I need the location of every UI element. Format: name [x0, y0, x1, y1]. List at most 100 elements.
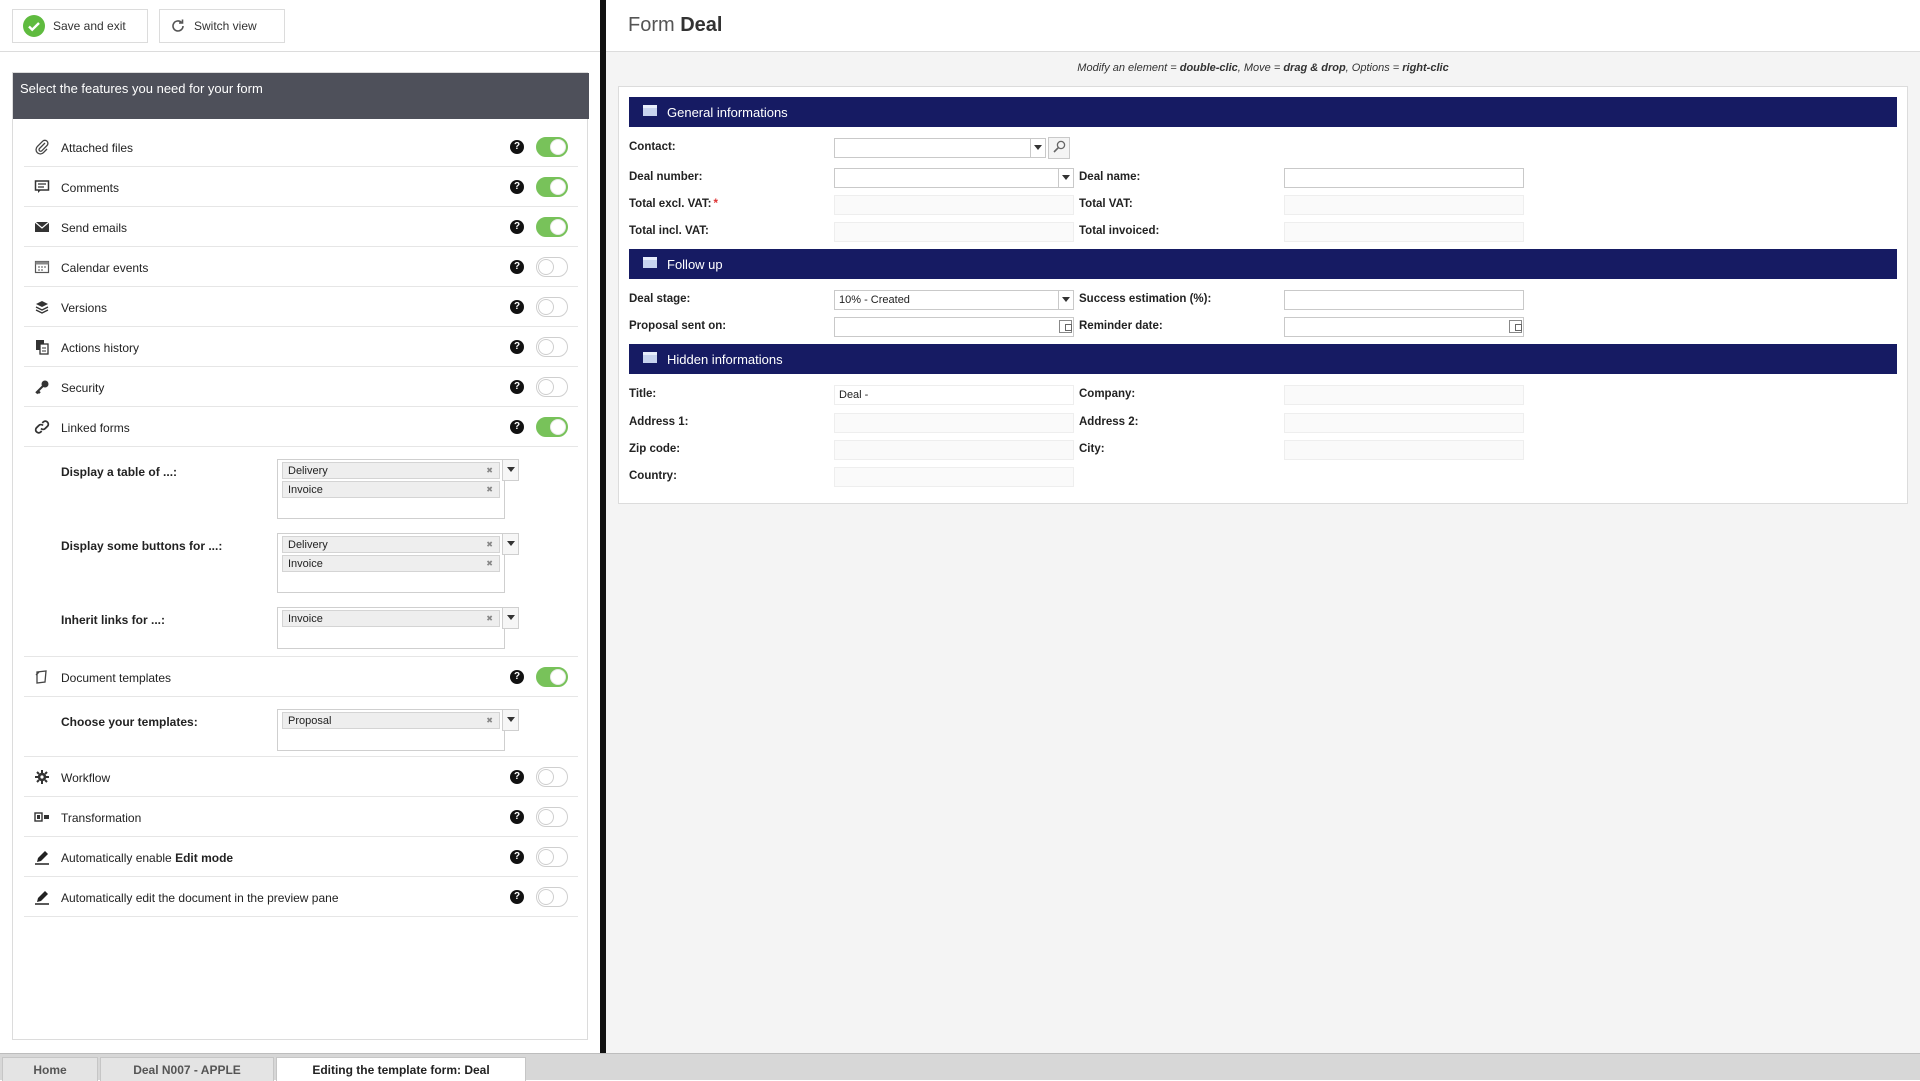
inherit-links-multiselect[interactable]: Invoice ✖ — [277, 607, 505, 649]
section-general-informations[interactable]: General informations — [629, 97, 1897, 127]
selected-chip[interactable]: Invoice ✖ — [282, 481, 500, 498]
form-title-prefix: Form — [628, 14, 675, 36]
help-icon[interactable]: ? — [510, 140, 524, 154]
section-hidden-informations[interactable]: Hidden informations — [629, 344, 1897, 374]
tab-deal-n007-apple[interactable]: Deal N007 - APPLE — [100, 1057, 274, 1081]
help-icon[interactable]: ? — [510, 420, 524, 434]
link-icon — [34, 419, 50, 435]
feature-toggle[interactable] — [536, 337, 568, 357]
section-follow-up[interactable]: Follow up — [629, 249, 1897, 279]
chevron-down-icon[interactable] — [502, 709, 519, 731]
feature-label: Linked forms — [61, 421, 130, 435]
total-invoiced-field[interactable] — [1284, 222, 1524, 242]
help-icon[interactable]: ? — [510, 770, 524, 784]
remove-icon[interactable]: ✖ — [486, 716, 493, 725]
feature-toggle[interactable] — [536, 377, 568, 397]
chevron-down-icon[interactable] — [1030, 139, 1045, 157]
display-table-multiselect[interactable]: Delivery ✖ Invoice ✖ — [277, 459, 505, 519]
total-vat-field[interactable] — [1284, 195, 1524, 215]
total-vat-label: Total VAT: — [1079, 198, 1133, 210]
address1-field[interactable] — [834, 413, 1074, 433]
calendar-icon[interactable] — [1509, 320, 1522, 333]
chevron-down-icon[interactable] — [502, 607, 519, 629]
help-icon[interactable]: ? — [510, 670, 524, 684]
left-toolbar: Save and exit Switch view — [0, 0, 600, 52]
selected-chip[interactable]: Invoice ✖ — [282, 555, 500, 572]
tab-editing-template[interactable]: Editing the template form: Deal — [276, 1057, 526, 1081]
remove-icon[interactable]: ✖ — [486, 614, 493, 623]
feature-row-workflow: Workflow? — [24, 757, 578, 797]
deal-stage-select[interactable]: 10% - Created — [834, 290, 1074, 310]
feature-panel: Save and exit Switch view Select the fea… — [0, 0, 600, 1053]
company-field[interactable] — [1284, 385, 1524, 405]
feature-toggle[interactable] — [536, 847, 568, 867]
tab-home[interactable]: Home — [2, 1057, 98, 1081]
help-icon[interactable]: ? — [510, 340, 524, 354]
feature-toggle[interactable] — [536, 887, 568, 907]
feature-label: Comments — [61, 181, 120, 195]
feature-label: Send emails — [61, 221, 128, 235]
chip-label: Delivery — [288, 465, 328, 477]
total-excl-vat-field[interactable] — [834, 195, 1074, 215]
title-value: Deal - — [839, 389, 869, 401]
feature-toggle[interactable] — [536, 257, 568, 277]
required-mark: * — [713, 198, 718, 210]
section-title: Follow up — [667, 257, 723, 272]
chevron-down-icon[interactable] — [1058, 169, 1073, 187]
chevron-down-icon[interactable] — [1058, 291, 1073, 309]
total-incl-vat-field[interactable] — [834, 222, 1074, 242]
key-icon — [34, 379, 50, 395]
total-invoiced-label: Total invoiced: — [1079, 225, 1160, 237]
remove-icon[interactable]: ✖ — [486, 540, 493, 549]
calendar-icon[interactable] — [1059, 320, 1072, 333]
country-field[interactable] — [834, 467, 1074, 487]
remove-icon[interactable]: ✖ — [486, 466, 493, 475]
remove-icon[interactable]: ✖ — [486, 485, 493, 494]
selected-chip[interactable]: Delivery ✖ — [282, 462, 500, 479]
help-icon[interactable]: ? — [510, 890, 524, 904]
deal-number-select[interactable] — [834, 168, 1074, 188]
selected-chip[interactable]: Proposal ✖ — [282, 712, 500, 729]
switch-view-button[interactable]: Switch view — [159, 9, 285, 43]
help-icon[interactable]: ? — [510, 850, 524, 864]
city-field[interactable] — [1284, 440, 1524, 460]
feature-toggle[interactable] — [536, 767, 568, 787]
help-icon[interactable]: ? — [510, 260, 524, 274]
proposal-sent-input[interactable] — [834, 317, 1074, 337]
save-and-exit-button[interactable]: Save and exit — [12, 9, 148, 43]
remove-icon[interactable]: ✖ — [486, 559, 493, 568]
feature-toggle[interactable] — [536, 297, 568, 317]
address2-field[interactable] — [1284, 413, 1524, 433]
display-buttons-multiselect[interactable]: Delivery ✖ Invoice ✖ — [277, 533, 505, 593]
form-title: Form Deal — [628, 14, 722, 37]
choose-templates-multiselect[interactable]: Proposal ✖ — [277, 709, 505, 751]
chevron-down-icon[interactable] — [502, 533, 519, 555]
help-icon[interactable]: ? — [510, 220, 524, 234]
help-icon[interactable]: ? — [510, 300, 524, 314]
selected-chip[interactable]: Delivery ✖ — [282, 536, 500, 553]
feature-toggle[interactable] — [536, 807, 568, 827]
deal-name-label: Deal name: — [1079, 171, 1141, 183]
contact-select[interactable] — [834, 138, 1046, 158]
zip-code-field[interactable] — [834, 440, 1074, 460]
inherit-links-label: Inherit links for ...: — [61, 613, 166, 627]
feature-label: Calendar events — [61, 261, 149, 275]
save-and-exit-label: Save and exit — [53, 19, 126, 33]
help-icon[interactable]: ? — [510, 380, 524, 394]
feature-toggle[interactable] — [536, 667, 568, 687]
help-icon[interactable]: ? — [510, 180, 524, 194]
tab-label: Deal N007 - APPLE — [133, 1063, 241, 1077]
feature-toggle[interactable] — [536, 417, 568, 437]
success-estimation-input[interactable] — [1284, 290, 1524, 310]
history-icon — [34, 339, 50, 355]
contact-lookup-button[interactable] — [1048, 137, 1070, 159]
feature-toggle[interactable] — [536, 177, 568, 197]
chevron-down-icon[interactable] — [502, 459, 519, 481]
feature-toggle[interactable] — [536, 217, 568, 237]
selected-chip[interactable]: Invoice ✖ — [282, 610, 500, 627]
reminder-date-input[interactable] — [1284, 317, 1524, 337]
title-field[interactable]: Deal - — [834, 385, 1074, 405]
deal-name-input[interactable] — [1284, 168, 1524, 188]
help-icon[interactable]: ? — [510, 810, 524, 824]
feature-toggle[interactable] — [536, 137, 568, 157]
